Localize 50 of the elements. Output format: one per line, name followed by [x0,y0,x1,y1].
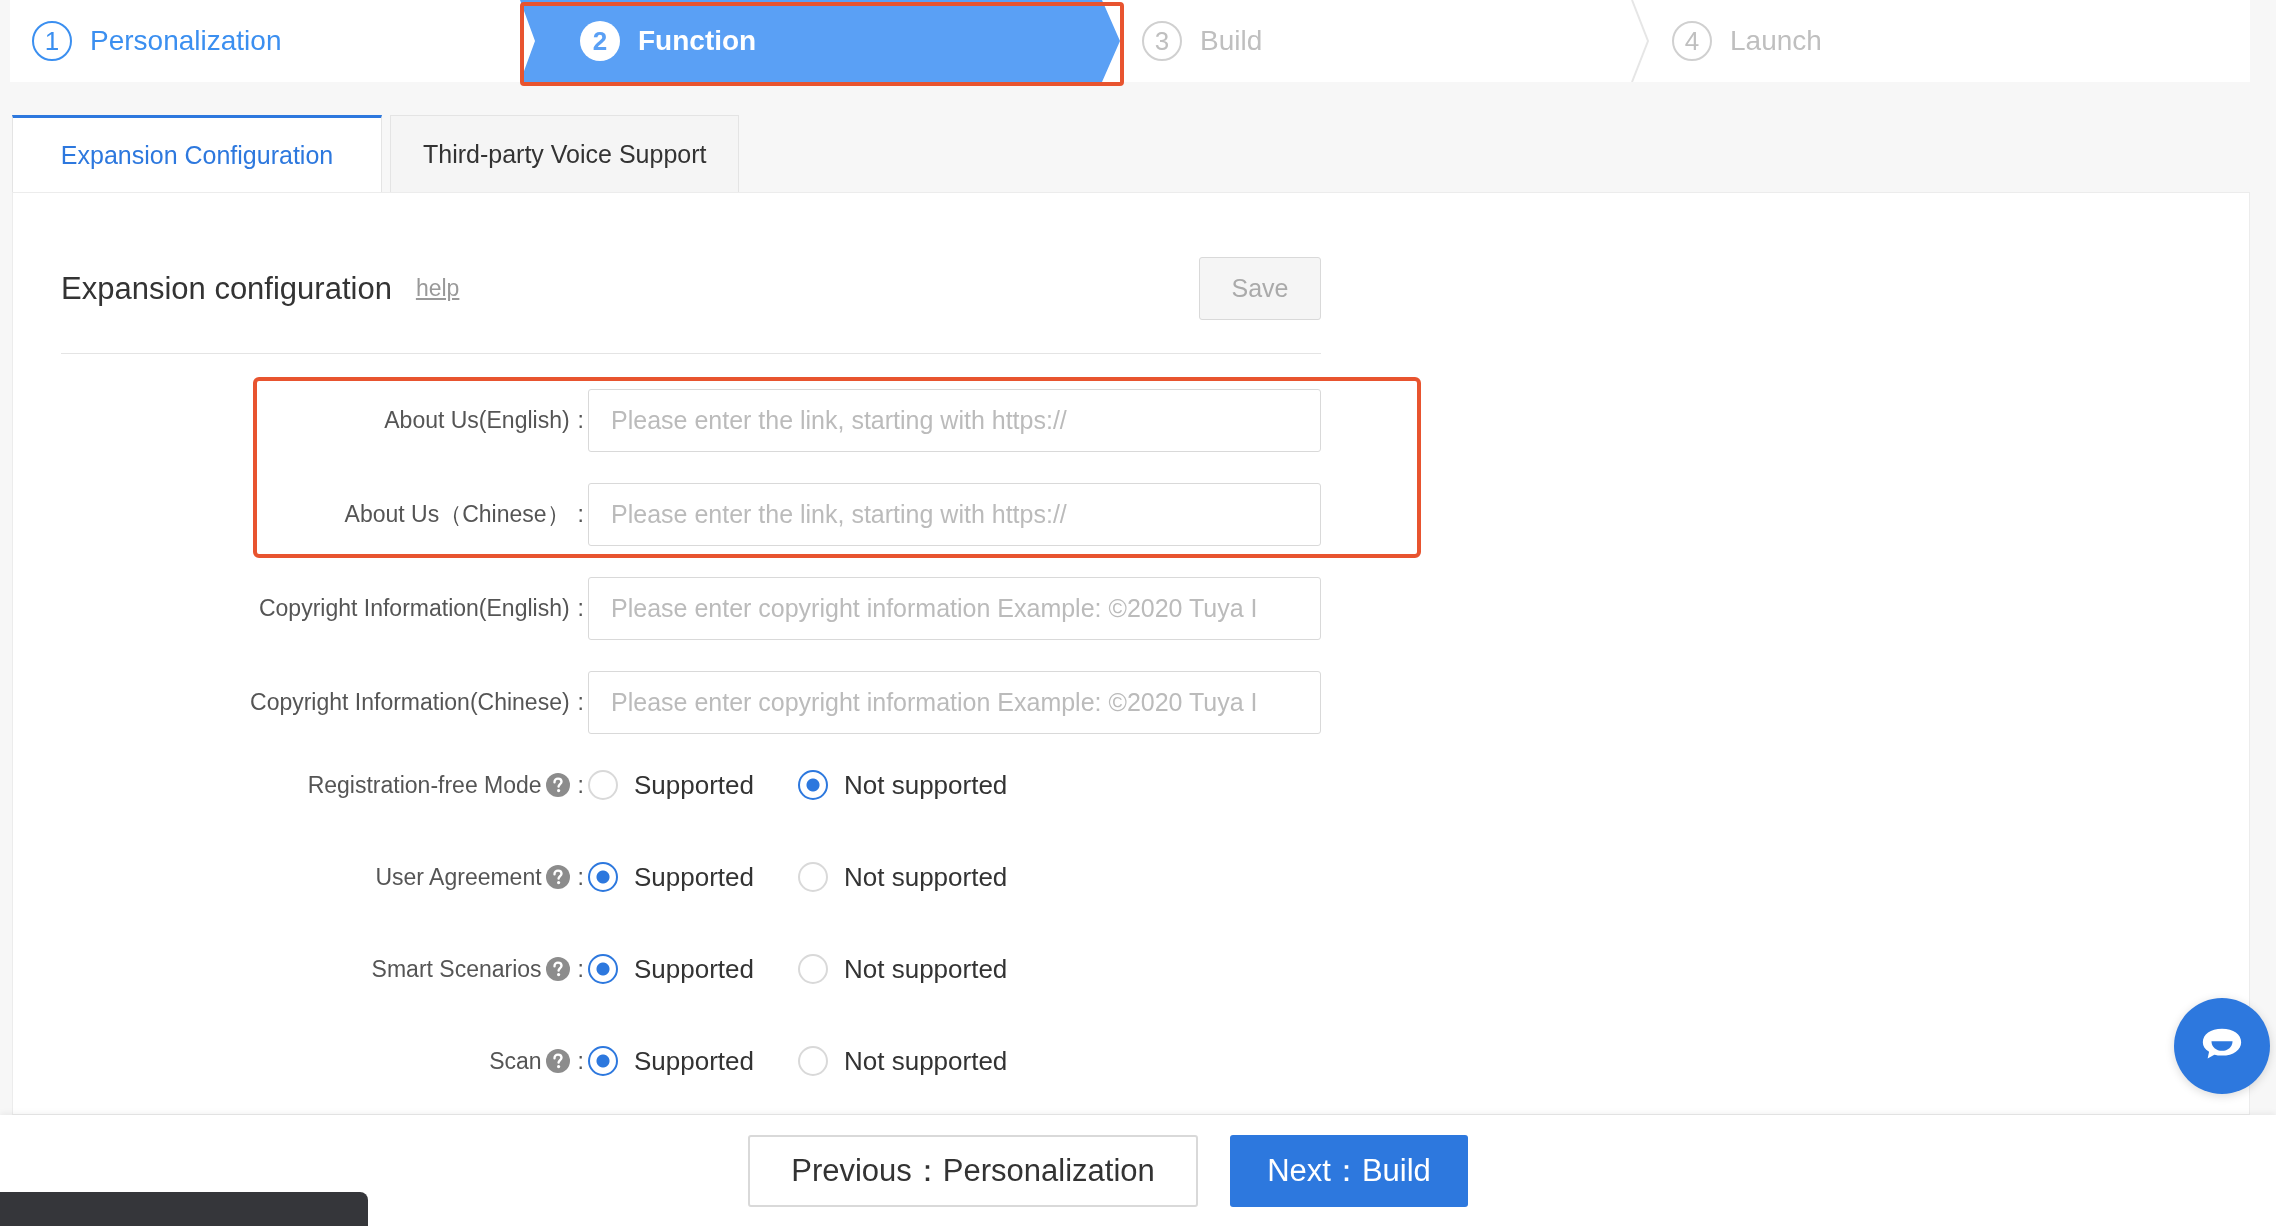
step-number: 1 [32,21,72,61]
step-number: 2 [580,21,620,61]
help-icon[interactable] [545,865,570,889]
radio-option[interactable]: Supported [588,1045,768,1077]
colon-text: : [577,595,584,622]
field-label: Copyright Information(Chinese) [250,689,570,716]
tab[interactable]: Expansion Configuration [12,115,382,192]
field-label: Copyright Information(English) [258,595,570,622]
step-label: Launch [1730,25,1822,57]
next-button[interactable]: Next：Build [1230,1134,1468,1207]
radio-option[interactable]: Supported [588,861,768,893]
radio-button[interactable] [588,954,618,984]
step-label: Personalization [90,25,282,57]
colon-text: : [577,863,584,891]
step-label: Function [638,25,757,57]
step-label: Build [1200,25,1263,57]
tab[interactable]: Third-party Voice Support [390,115,740,192]
radio-option[interactable]: Not supported [798,861,1008,893]
field-label: About Us（Chinese） [344,500,570,529]
help-icon[interactable] [545,773,570,797]
help-icon[interactable] [545,957,570,981]
radio-option[interactable]: Supported [588,953,768,985]
section-title: Expansion configuration [61,270,392,307]
radio-option[interactable]: Not supported [798,1045,1008,1077]
radio-button[interactable] [798,770,828,800]
field-label: About Us(English) [384,407,570,434]
field-label: Registration-free Mode [307,771,542,799]
colon-text: : [577,955,584,983]
input-field[interactable]: Please enter the link, starting with https:// [588,389,1321,452]
colon-text: : [577,689,584,716]
radio-option[interactable]: Supported [588,769,768,801]
field-label: User Agreement [375,863,542,891]
colon-text: : [577,501,584,528]
step-number: 4 [1672,21,1712,61]
step-number: 3 [1142,21,1182,61]
colon-text: : [577,771,584,799]
input-field[interactable]: Please enter the link, starting with https:// [588,483,1321,546]
input-field[interactable]: Please enter copyright information Example: ©2020 Tuya I [588,577,1321,640]
previous-button[interactable]: Previous：Personalization [748,1134,1198,1207]
help-icon[interactable] [545,1049,570,1073]
input-field[interactable]: Please enter copyright information Example: ©2020 Tuya I [588,671,1321,734]
field-label: Smart Scenarios [371,955,542,983]
field-label: Scan [489,1047,542,1075]
colon-text: : [577,1047,584,1075]
radio-option[interactable]: Not supported [798,769,1008,801]
chevron-icon [1630,0,1650,82]
radio-button[interactable] [588,1046,618,1076]
radio-button[interactable] [588,862,618,892]
radio-option[interactable]: Not supported [798,953,1008,985]
colon-text: : [577,407,584,434]
